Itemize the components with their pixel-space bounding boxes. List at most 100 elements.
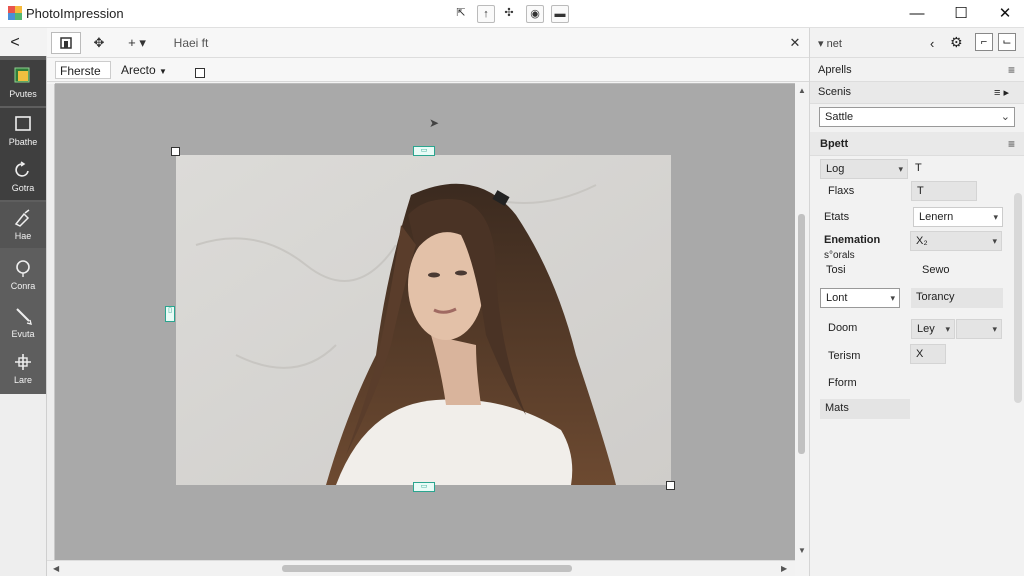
lont-dropdown-value: Lont	[826, 292, 848, 304]
lasso-icon	[16, 260, 30, 277]
close-button[interactable]: ✕	[990, 3, 1020, 25]
tool-label: Gotra	[11, 183, 35, 193]
resize-handle-br[interactable]	[666, 481, 675, 490]
transform-icon	[15, 354, 31, 370]
chevron-down-icon: ▾	[992, 236, 997, 246]
close-toolbar-button[interactable]: ✕	[785, 32, 805, 54]
app-logo-icon	[8, 6, 22, 20]
section-header: Bpett ≡	[810, 132, 1024, 156]
vertical-scrollbar[interactable]: ▲ ▼	[795, 84, 809, 560]
tool-label: Pvutes	[9, 89, 37, 99]
resize-handle-left[interactable]: ▯	[165, 306, 175, 322]
log-dropdown[interactable]: Log ▾	[820, 159, 908, 179]
torancy-field[interactable]: Torancy	[911, 288, 1003, 308]
hand-tool-label[interactable]: Haei ft	[161, 32, 221, 54]
add-button[interactable]: + ▾	[119, 32, 155, 54]
tool-pictures[interactable]: Pvutes	[0, 60, 46, 106]
chevron-down-icon: ▾	[945, 324, 950, 334]
settings-icon[interactable]: ◉	[526, 5, 544, 23]
tool-lasso[interactable]: Conra	[0, 252, 46, 298]
select-tool-button[interactable]	[51, 32, 81, 54]
resize-handle-bottom[interactable]: ▭	[413, 482, 435, 492]
mats-button[interactable]: Mats	[820, 399, 910, 419]
brush-icon	[14, 209, 30, 227]
adjust-icon[interactable]: ✣	[500, 5, 518, 23]
tool-rotate[interactable]: Gotra	[0, 154, 46, 200]
x-field[interactable]: X	[910, 344, 946, 364]
chevron-down-icon: ⌄	[1000, 111, 1010, 123]
ruler-vertical	[47, 84, 55, 560]
scroll-thumb[interactable]	[282, 565, 572, 572]
tool-label: Lare	[13, 375, 32, 385]
tool-transform[interactable]: Lare	[0, 346, 46, 392]
panel-header-label[interactable]: ▾ net	[818, 37, 842, 50]
maximize-button[interactable]: ☐	[946, 3, 976, 25]
x-field-value: X	[916, 348, 924, 360]
back-arrow-icon[interactable]: ‹	[930, 36, 934, 51]
dosm-label: Doom	[828, 322, 858, 334]
lenern-dropdown[interactable]: Lenern ▾	[913, 207, 1003, 227]
ley-dropdown[interactable]: Ley ▾	[911, 319, 955, 339]
scroll-left-icon[interactable]: ◀	[53, 564, 59, 573]
tab-aprells[interactable]: Aprells ≡	[810, 58, 1024, 82]
t-label: T	[915, 162, 922, 174]
panel-icon-b[interactable]: ⌙	[998, 33, 1016, 51]
scroll-right-icon[interactable]: ▶	[781, 564, 787, 573]
enemation-label: Enemation	[824, 234, 881, 246]
tool-label: Hae	[14, 231, 32, 241]
tool-brush[interactable]: Hae	[0, 202, 46, 248]
cursor-icon: ➤	[429, 116, 440, 130]
tool-pen[interactable]: Evuta	[0, 300, 46, 346]
ley-secondary-dropdown[interactable]: ▾	[956, 319, 1002, 339]
chevron-down-icon: ▾	[898, 164, 903, 174]
upload-icon[interactable]: ↑	[477, 5, 495, 23]
tool-crop[interactable]: Pbathe	[0, 108, 46, 154]
title-bar: PhotoImpression ⇱ ↑ ✣ ◉ ▬ — ☐ ✕	[0, 0, 1024, 28]
chevron-down-icon: ▾	[992, 324, 997, 334]
x2-dropdown[interactable]: X₂ ▾	[910, 231, 1002, 251]
ley-dropdown-value: Ley	[917, 323, 935, 335]
resize-handle-tl[interactable]	[171, 147, 180, 156]
pen-icon	[16, 308, 32, 325]
list-icon[interactable]: ≡ ▸	[994, 86, 1009, 99]
tool-label: Pbathe	[8, 137, 38, 147]
panel-icon-a[interactable]: ⌐	[975, 33, 993, 51]
minimize-button[interactable]: —	[902, 3, 932, 25]
move-icon[interactable]: ✥	[87, 32, 111, 54]
t-field[interactable]: T	[911, 181, 977, 201]
sorals-label: s°orals	[824, 250, 855, 261]
style-select-value: Sattle	[825, 111, 854, 123]
torancy-field-value: Torancy	[916, 291, 955, 303]
resize-handle-top[interactable]: ▭	[413, 146, 435, 156]
ruler-origin-marker[interactable]	[195, 68, 205, 78]
gear-icon[interactable]: ⚙	[950, 34, 963, 51]
back-button[interactable]: <	[4, 28, 26, 58]
mats-button-label: Mats	[825, 402, 849, 414]
scroll-up-icon[interactable]: ▲	[798, 86, 806, 95]
canvas-area[interactable]: ➤ ▭ ▭ ▯	[55, 84, 795, 560]
scroll-down-icon[interactable]: ▼	[798, 546, 806, 555]
panel-scrollbar[interactable]	[1014, 193, 1022, 403]
portrait-photo	[176, 155, 671, 485]
sewo-label: Sewo	[922, 264, 950, 276]
lont-dropdown[interactable]: Lont ▾	[820, 288, 900, 308]
canvas-image[interactable]	[176, 155, 671, 485]
flaxs-label: Flaxs	[828, 185, 855, 197]
terism-label: Terism	[828, 350, 861, 362]
x2-dropdown-value: X₂	[916, 235, 928, 247]
tab-label: Scenis	[818, 86, 852, 98]
lenern-dropdown-value: Lenern	[919, 211, 954, 223]
style-select[interactable]: Sattle ⌄	[819, 107, 1015, 127]
horizontal-scrollbar[interactable]: ◀ ▶	[47, 560, 795, 576]
aspect-dropdown[interactable]: Arecto ▼	[117, 61, 177, 79]
minimize-panel-icon[interactable]: ▬	[551, 5, 569, 23]
tab-scenis[interactable]: Scenis ≡ ▸	[810, 82, 1024, 104]
scroll-thumb[interactable]	[798, 214, 805, 454]
menu-icon[interactable]: ≡	[1008, 63, 1015, 77]
share-icon[interactable]: ⇱	[452, 5, 470, 23]
layers-icon	[14, 67, 30, 83]
menu-icon[interactable]: ≡	[1008, 137, 1015, 151]
rotate-icon	[15, 161, 29, 177]
preset-dropdown[interactable]: Fherste ▼	[55, 61, 111, 95]
aspect-dropdown-value: Arecto	[121, 63, 156, 77]
